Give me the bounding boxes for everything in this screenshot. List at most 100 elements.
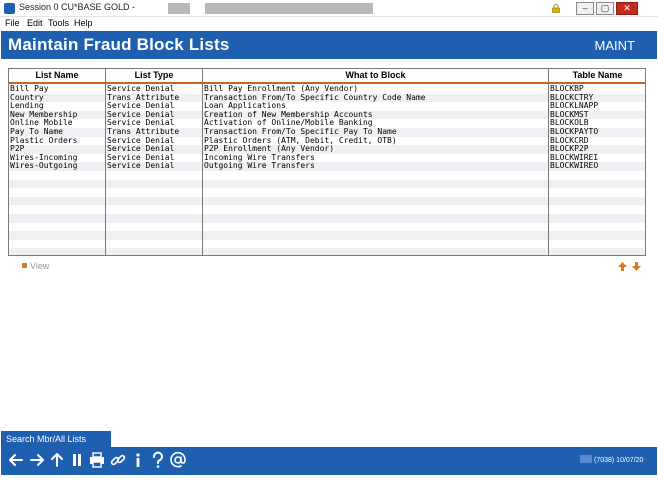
cell-list-name (9, 214, 105, 223)
cell-list-name (9, 205, 105, 214)
cell-list-name: Plastic Orders (10, 136, 78, 145)
redacted-session-info (205, 3, 373, 14)
link-icon[interactable] (109, 451, 127, 469)
cell-table-name: BLOCKLNAPP (550, 102, 599, 111)
cell-what-to-block: Loan Applications (204, 102, 286, 111)
cell-list-type: Trans Attribute (107, 93, 180, 102)
session-status-box (580, 455, 592, 463)
cell-table-name (549, 248, 645, 255)
close-button[interactable]: ✕ (616, 2, 638, 15)
cell-list-type: Service Denial (107, 162, 175, 171)
email-icon[interactable] (169, 451, 187, 469)
cell-what-to-block (203, 248, 548, 255)
cell-list-type (106, 248, 202, 255)
cell-list-type: Service Denial (107, 136, 175, 145)
minimize-button[interactable]: – (576, 2, 594, 15)
info-icon[interactable] (129, 451, 147, 469)
cell-list-name (9, 180, 105, 189)
cell-list-type: Service Denial (107, 145, 175, 154)
menu-edit[interactable]: Edit (27, 18, 43, 28)
cell-list-type: Service Denial (107, 153, 175, 162)
cell-list-type: Service Denial (107, 110, 175, 119)
cell-list-type (106, 214, 202, 223)
cell-table-name: BLOCKMST (550, 110, 589, 119)
cell-table-name (549, 240, 645, 249)
print-icon[interactable] (88, 451, 106, 469)
cell-table-name: BLOCKP2P (550, 145, 589, 154)
view-action[interactable]: View (22, 261, 49, 271)
column-header-table-name[interactable]: Table Name (549, 69, 645, 82)
cell-list-type: Trans Attribute (107, 127, 180, 136)
menu-tools[interactable]: Tools (48, 18, 69, 28)
mode-label: MAINT (594, 38, 635, 53)
help-icon[interactable] (149, 451, 167, 469)
cell-table-name (549, 214, 645, 223)
fraud-block-list-table: List Name List Type What to Block Table … (8, 68, 646, 256)
cell-list-type: Service Denial (107, 102, 175, 111)
bullet-icon (22, 263, 27, 268)
cell-what-to-block (203, 231, 548, 240)
column-header-list-name[interactable]: List Name (9, 69, 106, 82)
cell-list-name (9, 231, 105, 240)
cell-list-name: New Membership (10, 110, 78, 119)
forward-icon[interactable] (28, 451, 46, 469)
menu-help[interactable]: Help (74, 18, 93, 28)
status-indicator: (7038) 10/07/20 (580, 455, 650, 466)
cell-table-name: BLOCKOLB (550, 119, 589, 128)
cell-table-name: BLOCKPAYTO (550, 127, 599, 136)
cell-what-to-block: Creation of New Membership Accounts (204, 110, 373, 119)
cell-list-type (106, 205, 202, 214)
cell-what-to-block (203, 214, 548, 223)
cell-table-name: BLOCKWIREO (550, 162, 599, 171)
cell-what-to-block: Transaction From/To Specific Pay To Name (204, 127, 397, 136)
view-action-label: View (30, 261, 50, 271)
window-title: Session 0 CU*BASE GOLD - (19, 2, 136, 12)
cell-table-name: BLOCKWIREI (550, 153, 599, 162)
cell-list-type (106, 197, 202, 206)
cell-what-to-block: P2P Enrollment (Any Vendor) (204, 145, 335, 154)
cell-list-name: Online Mobile (10, 119, 73, 128)
cell-what-to-block (203, 180, 548, 189)
cell-table-name (549, 223, 645, 232)
column-header-list-type[interactable]: List Type (106, 69, 203, 82)
column-header-what-to-block[interactable]: What to Block (203, 69, 549, 82)
cell-what-to-block: Bill Pay Enrollment (Any Vendor) (204, 85, 359, 93)
cell-list-name: Bill Pay (10, 85, 49, 93)
app-icon (4, 3, 15, 14)
cell-what-to-block (203, 223, 548, 232)
cell-table-name (549, 205, 645, 214)
cell-list-name: Pay To Name (10, 127, 63, 136)
cell-list-type (106, 231, 202, 240)
cell-list-name (9, 223, 105, 232)
up-icon[interactable] (48, 451, 66, 469)
cell-list-name (9, 197, 105, 206)
arrow-up-icon[interactable] (617, 261, 628, 272)
search-members-all-lists-button[interactable]: Search Mbr/All Lists (1, 431, 111, 447)
lock-icon (552, 4, 560, 13)
cell-list-name: Wires-Outgoing (10, 162, 78, 171)
cell-list-type (106, 240, 202, 249)
arrow-down-icon[interactable] (631, 261, 642, 272)
back-icon[interactable] (7, 451, 25, 469)
cell-list-name: Country (10, 93, 44, 102)
column-divider (202, 69, 203, 255)
cell-list-type (106, 223, 202, 232)
cell-list-name (9, 188, 105, 197)
status-text: (7038) 10/07/20 (594, 457, 644, 464)
cell-what-to-block (203, 197, 548, 206)
cell-table-name (549, 180, 645, 189)
cell-table-name (549, 231, 645, 240)
pause-icon[interactable] (68, 451, 86, 469)
cell-list-name: Lending (10, 102, 44, 111)
bottom-toolbar (1, 447, 657, 475)
cell-what-to-block: Activation of Online/Mobile Banking (204, 119, 373, 128)
cell-table-name (549, 171, 645, 180)
page-title: Maintain Fraud Block Lists (8, 35, 230, 54)
cell-what-to-block: Incoming Wire Transfers (204, 153, 315, 162)
cell-what-to-block: Outgoing Wire Transfers (204, 162, 315, 171)
restore-button[interactable]: ▢ (596, 2, 614, 15)
menu-file[interactable]: File (5, 18, 20, 28)
cell-what-to-block (203, 240, 548, 249)
window-titlebar: Session 0 CU*BASE GOLD - – ▢ ✕ (0, 0, 658, 17)
cell-what-to-block: Plastic Orders (ATM, Debit, Credit, OTB) (204, 136, 397, 145)
